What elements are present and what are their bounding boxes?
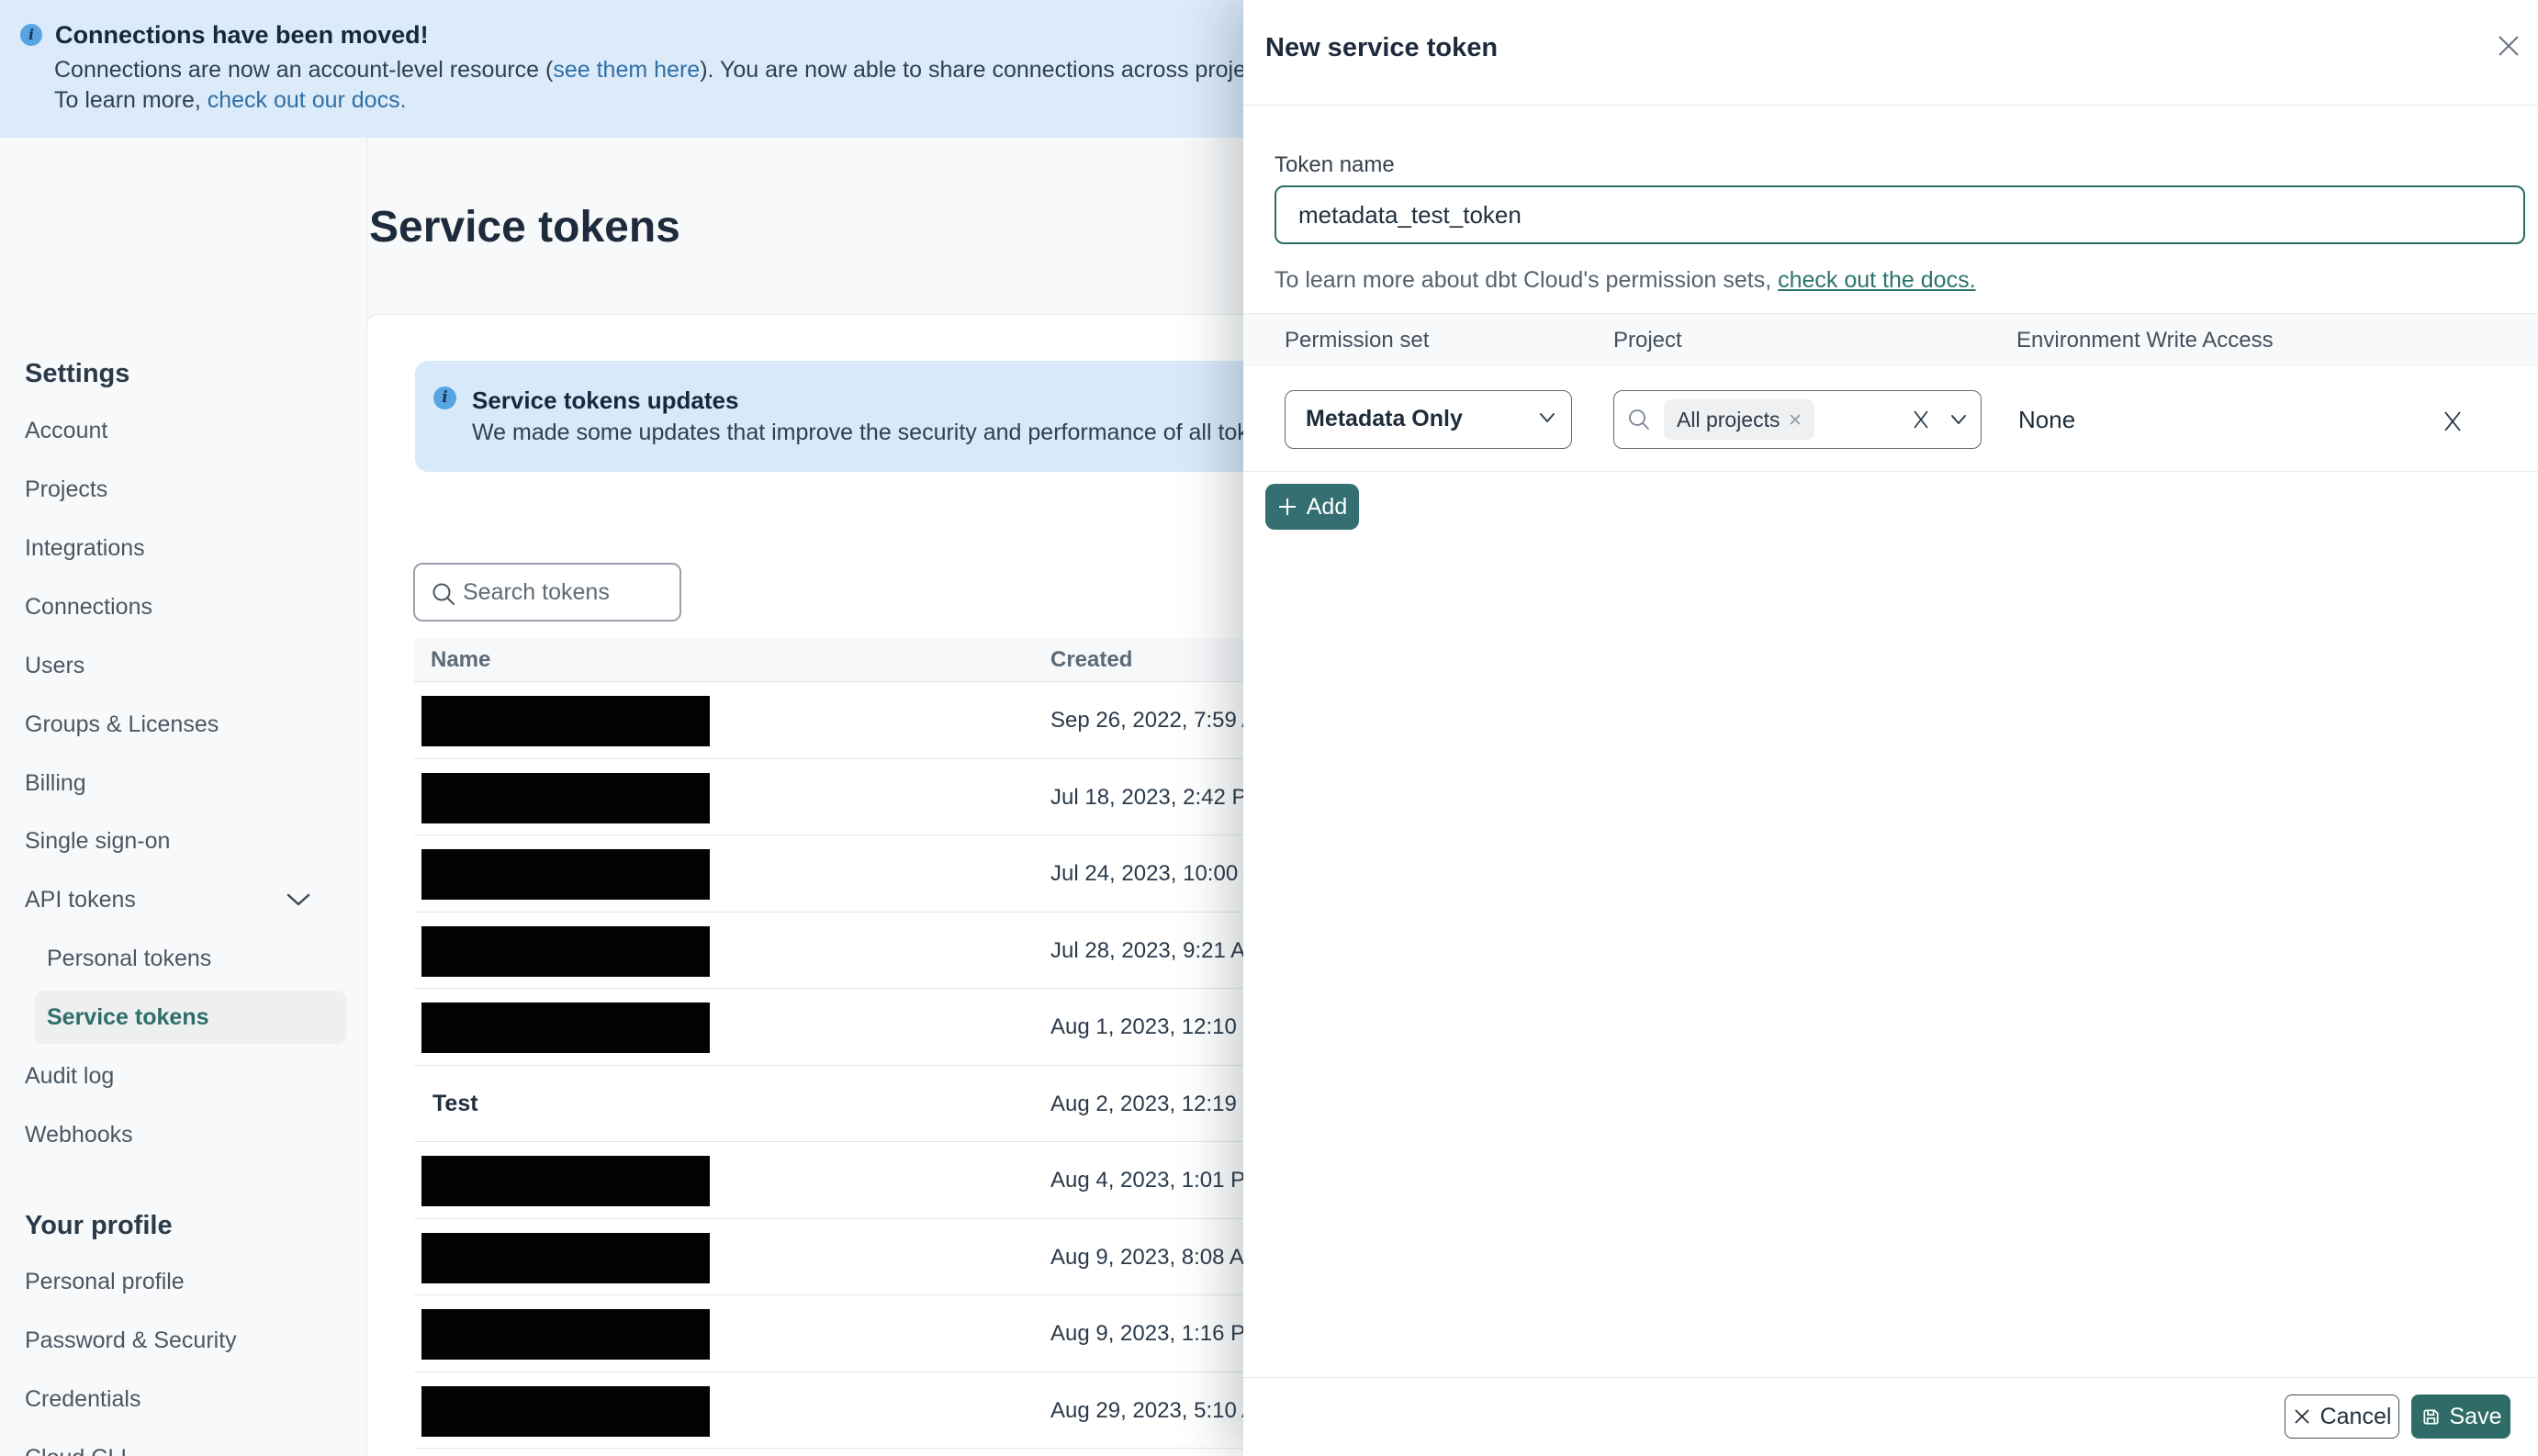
check-docs-link[interactable]: check out our docs.: [208, 87, 407, 113]
sidebar-item-connections[interactable]: Connections: [25, 593, 152, 621]
sidebar-item-personal-profile[interactable]: Personal profile: [25, 1268, 185, 1295]
new-service-token-drawer: New service token Token name To learn mo…: [1243, 0, 2538, 1456]
permission-docs-line: To learn more about dbt Cloud's permissi…: [1275, 267, 1976, 294]
sidebar-item-integrations[interactable]: Integrations: [25, 534, 145, 562]
sidebar-item-users[interactable]: Users: [25, 652, 84, 679]
search-tokens-box: [413, 563, 681, 622]
save-button-label: Save: [2449, 1403, 2502, 1429]
chevron-down-icon[interactable]: [286, 892, 310, 912]
sidebar-item-credentials[interactable]: Credentials: [25, 1385, 140, 1413]
search-input[interactable]: [463, 566, 672, 618]
sidebar-item-webhooks[interactable]: Webhooks: [25, 1121, 133, 1148]
docs-line-text: To learn more about dbt Cloud's permissi…: [1275, 267, 1779, 293]
redacted-token-name: [421, 1309, 710, 1360]
header-divider: [1243, 105, 2538, 106]
plus-icon: [1278, 498, 1296, 515]
environment-write-access-value: None: [2018, 406, 2076, 433]
search-icon: [432, 583, 455, 605]
search-icon: [1629, 409, 1649, 430]
info-icon: i: [20, 24, 42, 46]
column-header-name: Name: [431, 647, 491, 672]
column-header-permission-set: Permission set: [1285, 328, 1430, 353]
row-divider: [1243, 471, 2538, 472]
permission-grid-header: Permission set Project Environment Write…: [1243, 313, 2538, 365]
see-them-here-link[interactable]: see them here: [553, 57, 700, 83]
banner-learn-more: To learn more, check out our docs.: [54, 87, 407, 114]
clear-icon[interactable]: [1911, 408, 1931, 431]
banner-body-text: Connections are now an account-level res…: [54, 57, 554, 83]
project-chip-label: All projects: [1677, 407, 1780, 431]
page-title: Service tokens: [369, 203, 680, 252]
redacted-token-name: [421, 1385, 710, 1437]
learn-more-text: To learn more,: [54, 87, 208, 113]
drawer-title: New service token: [1265, 33, 1499, 62]
sidebar-item-personal-tokens[interactable]: Personal tokens: [47, 945, 211, 972]
close-icon: [2294, 1409, 2309, 1424]
redacted-token-name: [421, 772, 710, 823]
sidebar-item-groups-licenses[interactable]: Groups & Licenses: [25, 711, 219, 738]
close-icon[interactable]: [2494, 31, 2523, 61]
project-multiselect[interactable]: All projects: [1613, 390, 1982, 449]
sidebar-item-api-tokens[interactable]: API tokens: [25, 886, 136, 913]
chip-remove-icon[interactable]: [1789, 413, 1802, 426]
permission-set-value: Metadata Only: [1306, 406, 1463, 431]
token-name-input[interactable]: [1275, 185, 2525, 244]
sidebar-item-password-security[interactable]: Password & Security: [25, 1327, 237, 1354]
save-button[interactable]: Save: [2411, 1394, 2510, 1439]
column-header-project: Project: [1613, 328, 1682, 353]
footer-divider: [1243, 1377, 2538, 1378]
sidebar-item-service-tokens-label: Service tokens: [47, 1004, 209, 1030]
redacted-token-name: [421, 1002, 710, 1053]
sidebar-item-audit-log[interactable]: Audit log: [25, 1062, 114, 1090]
sidebar-item-projects[interactable]: Projects: [25, 476, 107, 503]
service-tokens-updates-infobox: i Service tokens updates We made some up…: [415, 361, 1368, 472]
remove-row-icon[interactable]: [2441, 408, 2465, 431]
token-name: Test: [432, 1090, 478, 1116]
check-out-docs-link[interactable]: check out the docs.: [1778, 267, 1975, 293]
banner-title: Connections have been moved!: [55, 21, 429, 49]
redacted-token-name: [421, 1156, 710, 1206]
sidebar-heading-your-profile: Your profile: [25, 1211, 173, 1240]
add-button-label: Add: [1306, 493, 1348, 520]
app-screen: i Connections have been moved! Connectio…: [0, 0, 2538, 1456]
save-icon: [2422, 1408, 2439, 1425]
project-chip-all-projects[interactable]: All projects: [1664, 399, 1815, 440]
chevron-down-icon[interactable]: [1949, 413, 1968, 426]
redacted-token-name: [421, 1232, 710, 1283]
chevron-down-icon: [1538, 411, 1556, 429]
token-name-label: Token name: [1275, 152, 1395, 177]
sidebar-item-account[interactable]: Account: [25, 417, 107, 444]
sidebar-item-billing[interactable]: Billing: [25, 769, 86, 797]
sidebar-item-service-tokens[interactable]: Service tokens: [35, 991, 346, 1044]
permission-set-select[interactable]: Metadata Only: [1285, 390, 1572, 449]
sidebar-item-single-sign-on[interactable]: Single sign-on: [25, 827, 170, 855]
cancel-button-label: Cancel: [2319, 1403, 2392, 1429]
redacted-token-name: [421, 925, 710, 977]
column-header-created: Created: [1050, 647, 1133, 672]
add-permission-button[interactable]: Add: [1265, 484, 1359, 530]
column-header-environment-write-access: Environment Write Access: [2016, 328, 2274, 353]
settings-sidebar: Settings Account Projects Integrations C…: [0, 138, 367, 1456]
infobox-body: We made some updates that improve the se…: [472, 420, 1369, 445]
cancel-button[interactable]: Cancel: [2285, 1394, 2399, 1439]
sidebar-item-cloud-cli[interactable]: Cloud CLI: [25, 1444, 127, 1456]
sidebar-heading-settings: Settings: [25, 359, 130, 388]
info-icon: i: [433, 386, 456, 409]
redacted-token-name: [421, 696, 710, 746]
redacted-token-name: [421, 849, 710, 900]
infobox-title: Service tokens updates: [472, 386, 739, 414]
